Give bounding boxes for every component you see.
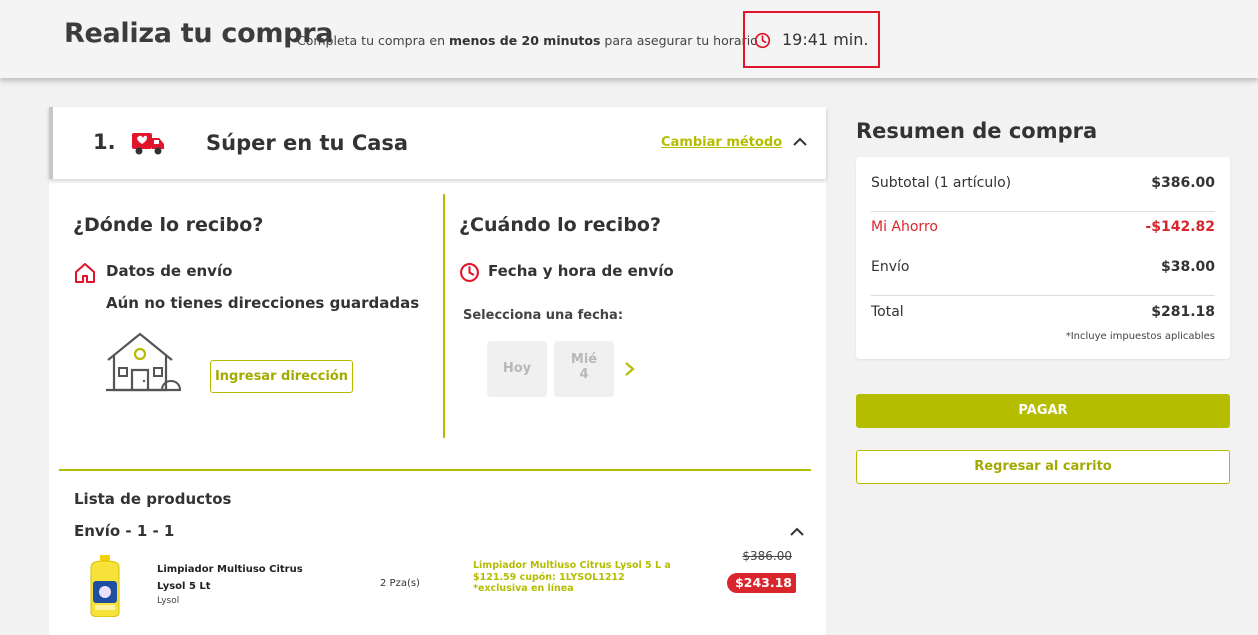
product-row: Limpiador Multiuso Citrus Lysol 5 Lt Lys… — [49, 547, 826, 627]
day-option-today[interactable]: Hoy — [487, 341, 547, 397]
product-promo-text: Limpiador Multiuso Citrus Lysol 5 L a $1… — [473, 560, 671, 594]
add-address-button[interactable]: Ingresar dirección — [210, 360, 353, 393]
no-addresses-text: Aún no tienes direcciones guardadas — [106, 294, 420, 312]
shipment-label: Envío - 1 - 1 — [74, 522, 175, 540]
tax-note: *Incluye impuestos aplicables — [1065, 331, 1215, 342]
product-quantity: 2 Pza(s) — [380, 578, 420, 589]
day-option-wed[interactable]: Mié 4 — [554, 341, 614, 397]
delivery-truck-icon — [132, 133, 164, 155]
select-date-label: Selecciona una fecha: — [463, 308, 624, 323]
total-row: Total $281.18 — [871, 304, 1215, 320]
page-subtitle: Completa tu compra en menos de 20 minuto… — [297, 33, 758, 48]
checkout-main-panel: 1. Súper en tu Casa Cambiar método ¿Dónd… — [49, 107, 826, 635]
summary-divider — [871, 211, 1215, 212]
when-title: ¿Cuándo lo recibo? — [459, 214, 661, 236]
back-to-cart-button[interactable]: Regresar al carrito — [856, 450, 1230, 484]
delivery-method-title: Súper en tu Casa — [206, 131, 409, 155]
step-number: 1. — [93, 130, 116, 154]
pay-button[interactable]: PAGAR — [856, 394, 1230, 428]
order-summary-card: Subtotal (1 artículo) $386.00 Mi Ahorro … — [856, 157, 1230, 359]
product-list-title: Lista de productos — [74, 490, 232, 508]
chevron-up-icon[interactable] — [790, 527, 804, 537]
shipping-data-label: Datos de envío — [106, 262, 233, 280]
where-title: ¿Dónde lo recibo? — [73, 214, 264, 236]
savings-row: Mi Ahorro -$142.82 — [871, 219, 1215, 235]
summary-divider — [871, 295, 1215, 296]
product-old-price: $386.00 — [742, 549, 792, 563]
product-price-badge: $243.18 — [727, 573, 796, 593]
change-method-link[interactable]: Cambiar método — [661, 135, 782, 150]
checkout-header: Realiza tu compra Completa tu compra en … — [0, 0, 1258, 78]
section-divider — [59, 469, 811, 471]
page-title: Realiza tu compra — [64, 18, 334, 49]
chevron-up-icon[interactable] — [793, 137, 807, 147]
product-name: Limpiador Multiuso Citrus Lysol 5 Lt — [157, 564, 303, 592]
chevron-right-icon[interactable] — [623, 361, 637, 377]
timer-value: 19:41 min. — [782, 30, 869, 49]
summary-title: Resumen de compra — [856, 119, 1098, 143]
product-image — [90, 555, 120, 617]
subtotal-row: Subtotal (1 artículo) $386.00 — [871, 175, 1215, 191]
countdown-timer: 19:41 min. — [743, 11, 880, 68]
delivery-date-section: ¿Cuándo lo recibo? Fecha y hora de envío… — [445, 194, 826, 438]
product-brand: Lysol — [157, 596, 180, 606]
delivery-address-section: ¿Dónde lo recibo? Datos de envío Aún no … — [49, 194, 443, 438]
delivery-method-bar: 1. Súper en tu Casa Cambiar método — [49, 107, 826, 179]
clock-icon — [754, 32, 771, 49]
home-icon — [75, 263, 95, 283]
house-illustration-icon — [106, 332, 182, 392]
date-time-label: Fecha y hora de envío — [488, 262, 674, 280]
shipping-row: Envío $38.00 — [871, 259, 1215, 275]
clock-icon — [460, 263, 479, 282]
